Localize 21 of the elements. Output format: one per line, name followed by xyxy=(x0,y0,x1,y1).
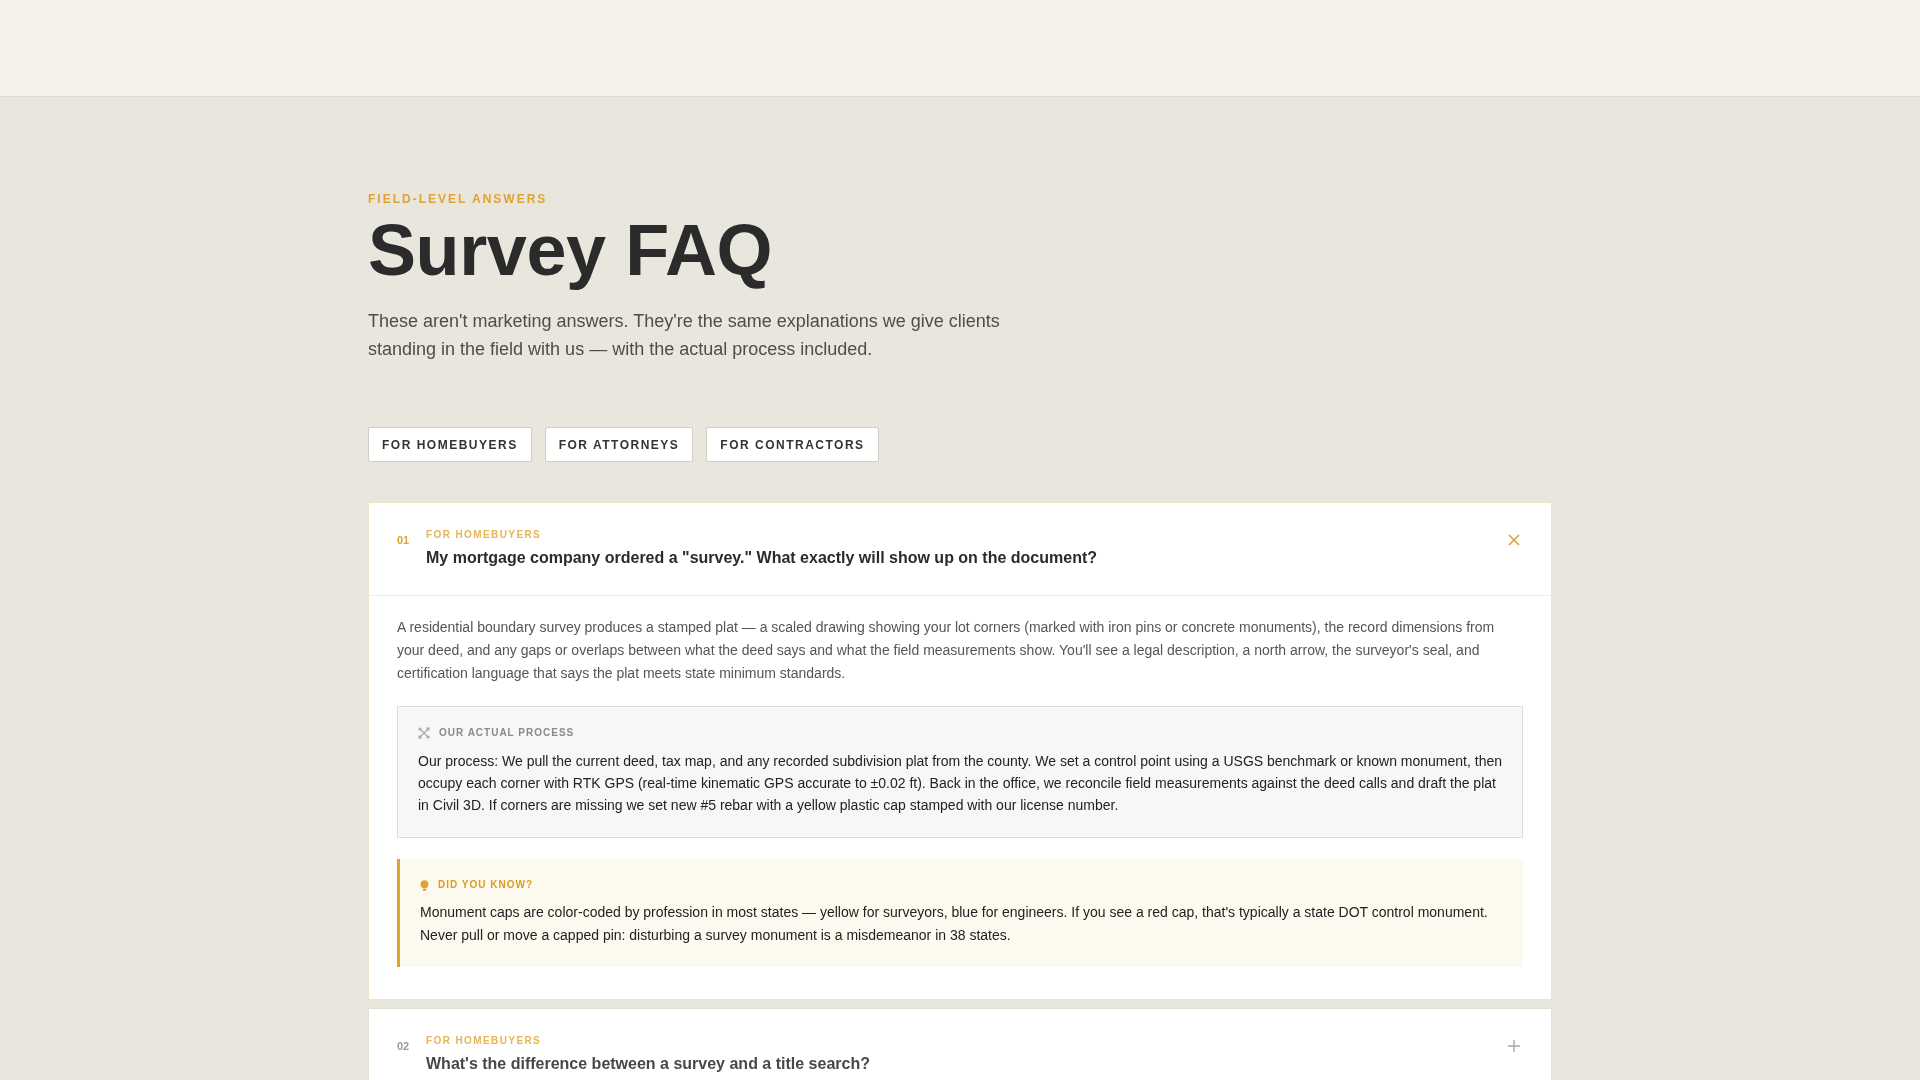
item-number: 01 xyxy=(397,533,411,547)
page-title: Survey FAQ xyxy=(368,211,773,290)
filter-tab[interactable]: FOR CONTRACTORS xyxy=(706,427,879,462)
lightbulb-icon xyxy=(420,879,429,891)
filter-tab[interactable]: FOR HOMEBUYERS xyxy=(368,427,532,462)
tools-icon xyxy=(418,727,430,739)
process-label: OUR ACTUAL PROCESS xyxy=(439,726,575,740)
process-text: Our process: We pull the current deed, tax map, and any recorded subdivision plat from the county. We set a control point using a USGS benchmark or known monument, then occupy each corner with RTK GPS (real-time kinematic GPS accurate to ±0.02 ft). Back in the office, we reconcile field measurements against the deed calls and draft the plat in Civil 3D. If corners are missing we set new #5 rebar with a yellow plastic cap stamped with our license number. xyxy=(418,752,1502,815)
question-heading[interactable]: What's the difference between a survey and a title search? xyxy=(426,1053,870,1075)
close-icon[interactable] xyxy=(1508,534,1520,546)
eyebrow-label: FIELD-LEVEL ANSWERS xyxy=(368,191,548,207)
category-label: FOR HOMEBUYERS xyxy=(426,1034,542,1048)
plus-icon[interactable] xyxy=(1508,1040,1520,1052)
tip-label: DID YOU KNOW? xyxy=(438,878,534,892)
question-heading[interactable]: My mortgage company ordered a "survey." What exactly will show up on the document? xyxy=(426,547,1097,569)
category-label: FOR HOMEBUYERS xyxy=(426,528,542,542)
filter-tab[interactable]: FOR ATTORNEYS xyxy=(544,427,694,462)
answer-text: A residential boundary survey produces a stamped plat — a scaled drawing showing your lot corners (marked with iron pins or concrete monuments), the record dimensions from your deed, and any gaps or overlaps between what the deed says and what the field measurements show. You'll see a legal description, a north arrow, the surveyor's seal, and certification language that says the plat meets state minimum standards. xyxy=(397,618,1496,683)
item-number: 02 xyxy=(397,1039,411,1053)
tip-text: Monument caps are color-coded by profession in most states — yellow for surveyors, blue for engineers. If you see a red cap, that's typically a state DOT control monument. Never pull or move a capped pin: disturbing a survey monument is a misdemeanor in 38 states. xyxy=(420,903,1489,945)
intro-text: These aren't marketing answers. They're the same explanations we give clients standing in the field with us — with the actual process included. xyxy=(368,310,1001,361)
